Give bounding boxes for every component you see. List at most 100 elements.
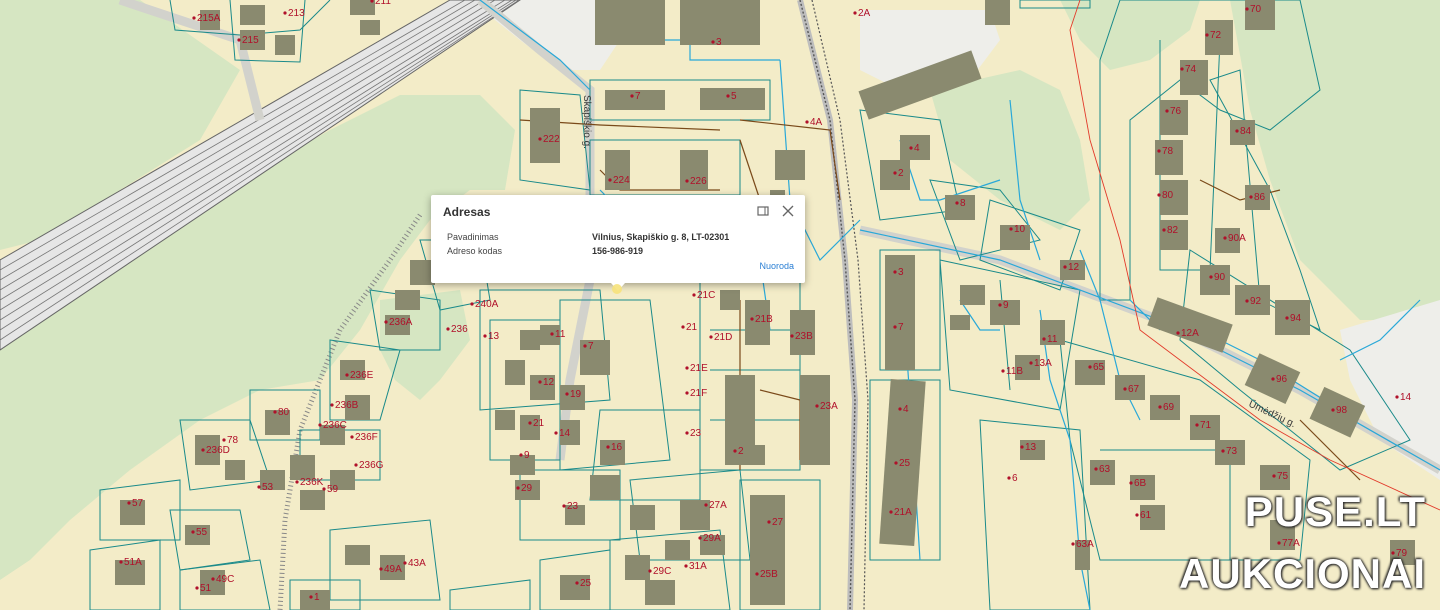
address-point[interactable]	[345, 373, 349, 377]
address-point[interactable]	[237, 38, 241, 42]
address-point[interactable]	[1020, 445, 1024, 449]
address-point[interactable]	[1007, 476, 1011, 480]
address-point[interactable]	[1165, 109, 1169, 113]
address-point[interactable]	[1223, 236, 1227, 240]
nuoroda-link[interactable]: Nuoroda	[759, 261, 794, 271]
address-point[interactable]	[767, 520, 771, 524]
address-point[interactable]	[955, 201, 959, 205]
address-point[interactable]	[805, 120, 809, 124]
address-point[interactable]	[211, 577, 215, 581]
address-point[interactable]	[483, 334, 487, 338]
address-point[interactable]	[1395, 395, 1399, 399]
address-point[interactable]	[201, 448, 205, 452]
address-point[interactable]	[894, 461, 898, 465]
address-point[interactable]	[384, 320, 388, 324]
address-point[interactable]	[192, 16, 196, 20]
address-point[interactable]	[273, 410, 277, 414]
address-point[interactable]	[318, 423, 322, 427]
address-point[interactable]	[1135, 513, 1139, 517]
address-point[interactable]	[698, 536, 702, 540]
address-point[interactable]	[446, 327, 450, 331]
cadastral-map[interactable]: Skapiškio g. Ūmėdžių g. 215A 2132112152A3…	[0, 0, 1440, 610]
maximize-icon[interactable]	[755, 203, 771, 219]
address-point[interactable]	[403, 561, 407, 565]
address-point[interactable]	[257, 485, 261, 489]
address-point[interactable]	[998, 303, 1002, 307]
address-point[interactable]	[1162, 228, 1166, 232]
address-point[interactable]	[1063, 265, 1067, 269]
address-point[interactable]	[1071, 542, 1075, 546]
address-point[interactable]	[1235, 129, 1239, 133]
address-point[interactable]	[685, 391, 689, 395]
address-point[interactable]	[684, 564, 688, 568]
address-point[interactable]	[322, 487, 326, 491]
address-point[interactable]	[1277, 541, 1281, 545]
address-point[interactable]	[575, 581, 579, 585]
address-point[interactable]	[330, 403, 334, 407]
address-point[interactable]	[1285, 316, 1289, 320]
address-point[interactable]	[685, 366, 689, 370]
address-point[interactable]	[681, 325, 685, 329]
address-point[interactable]	[550, 332, 554, 336]
address-point[interactable]	[1249, 195, 1253, 199]
address-point[interactable]	[1221, 449, 1225, 453]
address-point[interactable]	[1245, 7, 1249, 11]
address-point[interactable]	[470, 302, 474, 306]
address-point[interactable]	[222, 438, 226, 442]
address-point[interactable]	[755, 572, 759, 576]
address-point[interactable]	[1029, 361, 1033, 365]
address-point[interactable]	[630, 94, 634, 98]
address-point[interactable]	[565, 392, 569, 396]
address-point[interactable]	[295, 480, 299, 484]
address-point[interactable]	[750, 317, 754, 321]
address-point[interactable]	[519, 453, 523, 457]
address-point[interactable]	[379, 567, 383, 571]
address-point[interactable]	[704, 503, 708, 507]
address-point[interactable]	[648, 569, 652, 573]
address-point[interactable]	[1157, 149, 1161, 153]
address-point[interactable]	[815, 404, 819, 408]
address-point[interactable]	[562, 504, 566, 508]
address-point[interactable]	[893, 270, 897, 274]
address-point[interactable]	[1209, 275, 1213, 279]
address-point[interactable]	[606, 445, 610, 449]
address-point[interactable]	[1123, 387, 1127, 391]
address-point[interactable]	[1129, 481, 1133, 485]
address-point[interactable]	[538, 137, 542, 141]
address-point[interactable]	[709, 335, 713, 339]
address-point[interactable]	[1180, 67, 1184, 71]
address-point[interactable]	[1001, 369, 1005, 373]
address-point[interactable]	[1272, 474, 1276, 478]
address-point[interactable]	[893, 325, 897, 329]
address-point[interactable]	[685, 431, 689, 435]
address-point[interactable]	[1157, 193, 1161, 197]
address-point[interactable]	[1009, 227, 1013, 231]
address-point[interactable]	[1088, 365, 1092, 369]
address-point[interactable]	[528, 421, 532, 425]
close-icon[interactable]	[780, 203, 796, 219]
address-point[interactable]	[538, 380, 542, 384]
address-point[interactable]	[583, 344, 587, 348]
address-point[interactable]	[283, 11, 287, 15]
address-point[interactable]	[350, 435, 354, 439]
address-point[interactable]	[516, 486, 520, 490]
address-point[interactable]	[898, 407, 902, 411]
address-point[interactable]	[685, 179, 689, 183]
address-point[interactable]	[1158, 405, 1162, 409]
address-point[interactable]	[608, 178, 612, 182]
address-point[interactable]	[1245, 299, 1249, 303]
address-point[interactable]	[309, 595, 313, 599]
address-point[interactable]	[1331, 408, 1335, 412]
address-point[interactable]	[554, 431, 558, 435]
address-point[interactable]	[1205, 33, 1209, 37]
address-point[interactable]	[1042, 337, 1046, 341]
address-point[interactable]	[1176, 331, 1180, 335]
address-point[interactable]	[853, 11, 857, 15]
address-point[interactable]	[711, 40, 715, 44]
address-point[interactable]	[889, 510, 893, 514]
address-point[interactable]	[1271, 377, 1275, 381]
address-point[interactable]	[127, 501, 131, 505]
address-point[interactable]	[909, 146, 913, 150]
address-point[interactable]	[893, 171, 897, 175]
address-point[interactable]	[790, 334, 794, 338]
